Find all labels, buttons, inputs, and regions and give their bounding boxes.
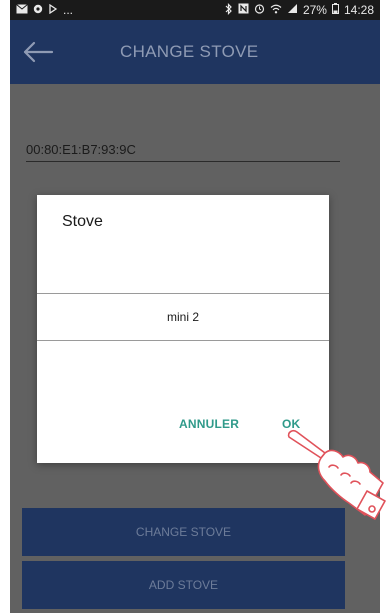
circle-icon — [33, 3, 43, 17]
dialog-title: Stove — [62, 213, 103, 230]
alarm-icon — [254, 3, 265, 17]
back-button[interactable] — [20, 36, 56, 68]
status-more: ... — [63, 3, 74, 17]
status-left: ... — [16, 3, 73, 17]
nfc-icon — [238, 3, 249, 17]
signal-icon — [287, 3, 298, 17]
stove-picker[interactable]: mini 2 — [37, 293, 329, 340]
pointing-hand-icon — [287, 430, 386, 520]
wifi-icon — [270, 3, 282, 17]
cancel-button[interactable]: ANNULER — [179, 417, 239, 431]
mac-address-field[interactable]: 00:80:E1:B7:93:9C — [26, 142, 340, 162]
app-bar: CHANGE STOVE — [10, 20, 380, 84]
mac-field-underline — [26, 161, 340, 162]
page-title: CHANGE STOVE — [120, 42, 259, 61]
status-bar: ... 27% 14:28 — [10, 0, 380, 20]
mail-icon — [16, 3, 28, 17]
phone-screen: ... 27% 14:28 CHANGE STOVE 00:80:E1:B7:9… — [10, 0, 380, 613]
status-right: 27% 14:28 — [225, 2, 374, 18]
arrow-left-icon — [23, 41, 54, 63]
media-icon — [48, 3, 58, 17]
battery-icon — [331, 3, 339, 17]
bluetooth-icon — [225, 2, 233, 18]
status-time: 14:28 — [343, 3, 374, 17]
battery-percent: 27% — [302, 3, 327, 17]
add-stove-button[interactable]: ADD STOVE — [22, 561, 345, 609]
picker-divider-bottom — [37, 340, 329, 341]
